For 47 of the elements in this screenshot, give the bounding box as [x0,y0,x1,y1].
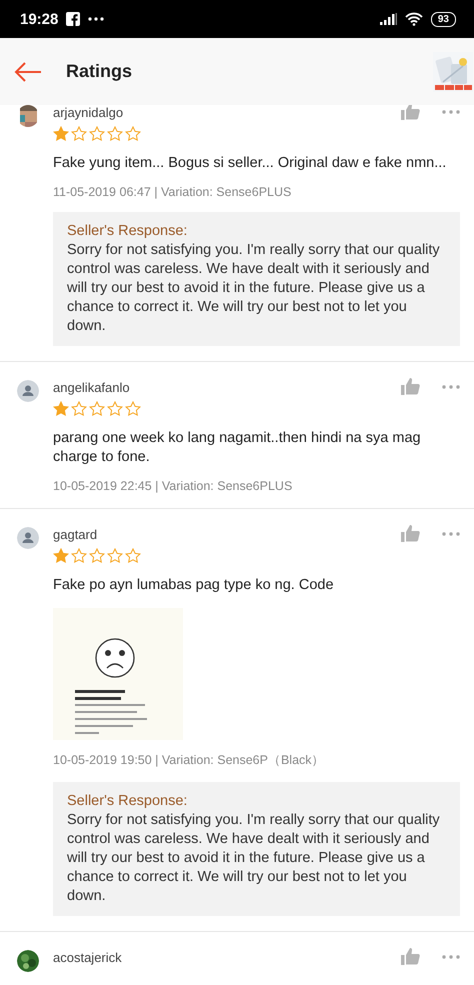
star-icon [53,401,69,417]
star-icon [107,548,123,564]
review-meta: 10-05-2019 22:45 | Variation: Sense6PLUS [53,479,294,493]
star-icon [107,126,123,142]
star-icon [53,548,69,564]
response-title: Seller's Response: [67,792,188,811]
thumbs-up-icon[interactable] [401,378,420,395]
more-icon[interactable] [442,110,460,114]
star-icon [71,126,87,142]
thumbs-up-icon[interactable] [401,525,420,542]
username: angelikafanlo [53,379,130,395]
more-icon [88,17,104,21]
review-meta: 10-05-2019 19:50 | Variation: Sense6P（Black） [53,752,326,769]
response-text: Sorry for not satisfying you. I'm really sorry that our quality control was careless. We have dealt with it seriously and will try our best to avoid it in the future. Please give us a chance to correct it. We will try our best not to let you down. [67,241,441,336]
page-title: Ratings [66,61,134,82]
username: arjaynidalgo [53,105,124,120]
response-title: Seller's Response: [67,222,188,241]
star-icon [89,126,105,142]
signal-icon [380,13,397,25]
star-icon [89,401,105,417]
back-arrow-icon[interactable] [14,62,42,82]
review-text: parang one week ko lang nagamit..then hindi na sya mag charge to fone. [53,429,422,467]
more-icon[interactable] [442,384,460,388]
avatar-icon [17,380,39,402]
review-text: Fake yung item... Bogus si seller... Original daw e fake nmn... [53,154,448,173]
star-icon [107,401,123,417]
review-meta: 11-05-2019 06:47 | Variation: Sense6PLUS [53,185,292,199]
more-icon[interactable] [442,954,460,958]
username: gagtard [53,526,98,542]
wifi-icon [404,12,423,26]
more-icon[interactable] [442,532,460,536]
star-icon [125,548,141,564]
star-icon [89,548,105,564]
response-text: Sorry for not satisfying you. I'm really sorry that our quality control was careless. We have dealt with it seriously and will try our best to avoid it in the future. Please give us a chance to correct it. We will try our best not to let you down. [67,811,441,906]
thumbs-up-icon[interactable] [401,105,420,120]
thumbs-up-icon[interactable] [401,948,420,965]
review-text: Fake po ayn lumabas pag type ko ng. Code [53,576,335,595]
star-icon [71,548,87,564]
clock-time: 19:28 [20,10,58,28]
star-icon [125,401,141,417]
star-icon [125,126,141,142]
username: acostajerick [53,949,122,965]
battery-indicator: 93 [430,12,456,26]
facebook-icon [66,12,80,26]
star-icon [53,126,69,142]
avatar-icon [17,527,39,549]
star-icon [71,401,87,417]
